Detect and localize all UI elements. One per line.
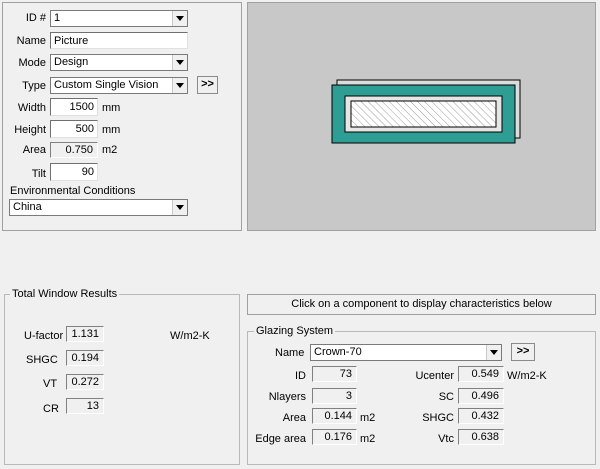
mode-select-value: Design [54,56,89,68]
chevron-down-icon[interactable] [172,78,187,93]
env-select[interactable]: China [9,199,188,216]
window-preview-drawing[interactable] [248,3,595,230]
name-input[interactable]: Picture [50,32,188,49]
vt-label: VT [43,378,58,390]
total-window-results-group [4,294,240,465]
type-select[interactable]: Custom Single Vision [50,77,188,94]
glazing-ucenter-value: 0.549 [458,366,504,382]
name-label: Name [16,35,46,47]
width-input[interactable]: 1500 [50,98,98,116]
ufactor-label: U-factor [24,330,64,342]
glazing-nlayers-value: 3 [312,388,357,404]
glazing-sc-label: SC [438,391,454,403]
shgc-value: 0.194 [66,350,104,366]
tilt-label: Tilt [31,168,46,180]
glazing-edge-area-value: 0.176 [312,429,357,445]
glazing-name-select[interactable]: Crown-70 [310,344,502,361]
glazing-area-unit: m2 [360,412,376,424]
glazing-shgc-label: SHGC [422,412,454,424]
height-input[interactable]: 500 [50,120,98,138]
width-label: Width [17,102,46,114]
width-unit: mm [102,102,121,114]
env-select-value: China [13,201,42,213]
glazing-vtc-value: 0.638 [458,429,504,445]
glazing-area-label: Area [282,412,306,424]
glazing-id-value: 73 [312,366,357,382]
ufactor-value: 1.131 [66,326,104,342]
glazing-id-label: ID [295,370,306,382]
glazing-ucenter-unit: W/m2-K [507,370,547,382]
window-preview-panel[interactable] [247,2,596,231]
component-hint-bar: Click on a component to display characte… [247,294,596,315]
chevron-down-icon[interactable] [172,11,187,26]
area-unit: m2 [102,144,118,156]
chevron-down-icon[interactable] [172,55,187,70]
vt-value: 0.272 [66,374,104,390]
area-label: Area [22,144,46,156]
height-unit: mm [102,124,121,136]
chevron-down-icon[interactable] [172,200,187,215]
glazing-expand-button[interactable]: >> [511,343,535,361]
glazing-area-value: 0.144 [312,408,357,424]
area-value: 0.750 [50,142,98,158]
ufactor-unit: W/m2-K [170,330,210,342]
glazing-nlayers-label: Nlayers [268,391,306,403]
height-label: Height [14,124,46,136]
type-expand-button[interactable]: >> [197,76,218,94]
chevron-down-icon[interactable] [486,345,501,360]
cr-value: 13 [66,398,104,414]
mode-label: Mode [18,57,46,69]
type-label: Type [22,80,46,92]
glazing-name-label: Name [275,347,305,359]
id-select-value: 1 [54,12,61,24]
glazing-area[interactable] [350,100,497,128]
glazing-system-title: Glazing System [254,325,336,337]
glazing-edge-area-label: Edge area [255,433,306,445]
glazing-sc-value: 0.496 [458,388,504,404]
total-window-results-title: Total Window Results [10,288,120,300]
env-label: Environmental Conditions [10,185,136,197]
glazing-edge-area-unit: m2 [360,433,376,445]
cr-label: CR [43,403,59,415]
glazing-name-value: Crown-70 [314,346,362,358]
glazing-shgc-value: 0.432 [458,408,504,424]
mode-select[interactable]: Design [50,54,188,71]
tilt-input[interactable]: 90 [50,163,98,181]
id-label: ID # [25,12,46,24]
shgc-label: SHGC [26,354,58,366]
type-select-value: Custom Single Vision [54,79,159,91]
glazing-ucenter-label: Ucenter [415,370,454,382]
glazing-vtc-label: Vtc [438,433,454,445]
id-select[interactable]: 1 [50,10,188,27]
